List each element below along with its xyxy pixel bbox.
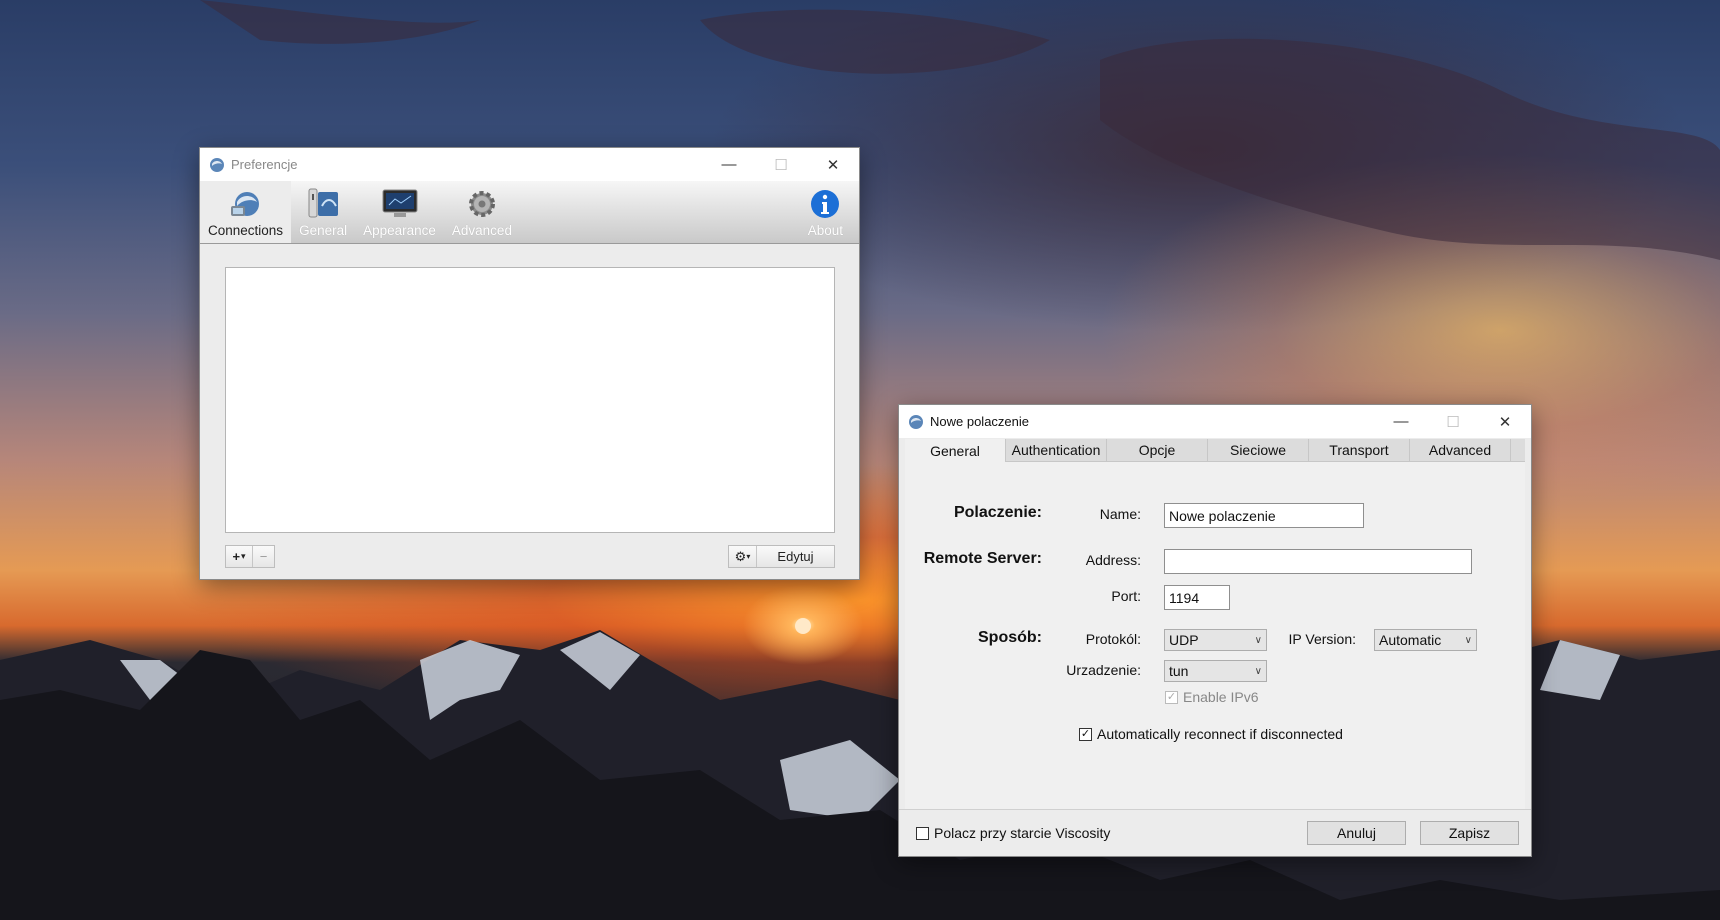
connect-on-start-label[interactable]: Polacz przy starcie Viscosity: [934, 825, 1110, 841]
dropdown-arrow-icon: ▾: [241, 551, 246, 561]
ip-version-select[interactable]: Automatic ∨: [1374, 629, 1477, 651]
tab-advanced[interactable]: Advanced: [1410, 439, 1511, 461]
toolbar-appearance-label: Appearance: [363, 223, 436, 238]
minimize-button[interactable]: —: [703, 148, 755, 181]
window-title: Nowe polaczenie: [930, 414, 1030, 429]
general-tab-panel: Polaczenie: Remote Server: Sposób: Name:…: [905, 462, 1525, 810]
tab-authentication[interactable]: Authentication: [1006, 439, 1107, 461]
gear-menu-button: ⚙ ▾: [729, 546, 756, 567]
tab-general[interactable]: General: [905, 439, 1006, 462]
chevron-down-icon: ∨: [1254, 634, 1262, 646]
preferences-titlebar[interactable]: Preferencje — ☐ ✕: [200, 148, 859, 181]
toolbar-about-label: About: [807, 223, 843, 238]
protocol-label: Protokól:: [1085, 631, 1141, 647]
connection-section-label: Polaczenie:: [953, 504, 1042, 521]
toolbar-advanced[interactable]: Advanced: [444, 181, 520, 243]
new-connection-window: Nowe polaczenie — ☐ ✕ General Authentica…: [899, 405, 1531, 856]
preferences-toolbar: Connections General Appearance Advanced: [200, 181, 859, 244]
checkbox-empty-icon: [916, 826, 929, 840]
window-title: Preferencje: [231, 157, 298, 172]
enable-ipv6-label: Enable IPv6: [1183, 689, 1259, 705]
name-field[interactable]: [1164, 503, 1364, 528]
viscosity-app-icon: [210, 157, 224, 172]
name-label: Name:: [1099, 506, 1141, 522]
appearance-icon: [382, 189, 417, 217]
toolbar-about[interactable]: About: [800, 181, 851, 243]
auto-reconnect-label: Automatically reconnect if disconnected: [1097, 726, 1343, 742]
plus-icon: +: [232, 549, 241, 564]
protocol-value: UDP: [1169, 632, 1199, 648]
maximize-button: ☐: [774, 156, 788, 174]
method-section-label: Sposób:: [978, 629, 1042, 646]
add-remove-group: + ▾ −: [225, 545, 275, 568]
port-label: Port:: [1111, 588, 1141, 604]
chevron-down-icon: ∨: [1254, 665, 1262, 677]
remote-server-section-label: Remote Server:: [923, 550, 1042, 567]
ip-version-label: IP Version:: [1288, 631, 1356, 647]
connections-icon: [230, 192, 259, 216]
remove-connection-button: −: [252, 546, 274, 567]
save-button[interactable]: Zapisz: [1420, 821, 1519, 845]
toolbar-general-label: General: [299, 223, 348, 238]
edit-button-group: ⚙ ▾ Edytuj: [728, 545, 835, 568]
port-field[interactable]: [1164, 585, 1230, 610]
new-connection-titlebar[interactable]: Nowe polaczenie — ☐ ✕: [899, 405, 1531, 438]
tab-transport[interactable]: Transport: [1309, 439, 1410, 461]
edit-button[interactable]: Edytuj: [756, 546, 834, 567]
tab-opcje[interactable]: Opcje: [1107, 439, 1208, 461]
connections-list[interactable]: [225, 267, 835, 533]
toolbar-appearance[interactable]: Appearance: [355, 181, 444, 243]
checkmark-icon: ✓: [1165, 690, 1178, 704]
tab-bar: General Authentication Opcje Sieciowe Tr…: [905, 439, 1525, 462]
tab-sieciowe[interactable]: Sieciowe: [1208, 439, 1309, 461]
viscosity-app-icon: [909, 414, 923, 429]
ip-version-value: Automatic: [1379, 632, 1442, 648]
cancel-button[interactable]: Anuluj: [1307, 821, 1406, 845]
checkmark-icon: ✓: [1079, 727, 1092, 741]
toolbar-connections-label: Connections: [208, 223, 284, 238]
close-button[interactable]: ✕: [1479, 405, 1531, 438]
auto-reconnect-checkbox[interactable]: ✓ Automatically reconnect if disconnecte…: [1079, 726, 1343, 742]
dropdown-arrow-icon: ▾: [746, 552, 751, 561]
minimize-button[interactable]: —: [1375, 405, 1427, 438]
toolbar-general[interactable]: General: [291, 181, 355, 243]
protocol-select[interactable]: UDP ∨: [1164, 629, 1267, 651]
general-icon: [308, 188, 339, 218]
preferences-window: Preferencje — ☐ ✕ Connections General Ap…: [200, 148, 859, 579]
device-label: Urzadzenie:: [1066, 662, 1141, 678]
dialog-footer: Polacz przy starcie Viscosity Anuluj Zap…: [899, 809, 1531, 856]
enable-ipv6-checkbox: ✓ Enable IPv6: [1165, 689, 1259, 705]
gear-icon: ⚙: [734, 548, 747, 564]
device-value: tun: [1169, 663, 1189, 679]
toolbar-connections[interactable]: Connections: [200, 181, 292, 243]
maximize-button: ☐: [1446, 413, 1460, 431]
toolbar-advanced-label: Advanced: [451, 223, 512, 238]
info-icon: [811, 190, 840, 218]
chevron-down-icon: ∨: [1464, 634, 1472, 646]
gear-icon: [468, 191, 495, 217]
address-label: Address:: [1085, 552, 1141, 568]
address-field[interactable]: [1164, 549, 1472, 574]
add-connection-button[interactable]: + ▾: [226, 546, 252, 567]
close-button[interactable]: ✕: [807, 148, 859, 181]
device-select[interactable]: tun ∨: [1164, 660, 1267, 682]
connect-on-start-checkbox[interactable]: Polacz przy starcie Viscosity: [916, 825, 1110, 841]
